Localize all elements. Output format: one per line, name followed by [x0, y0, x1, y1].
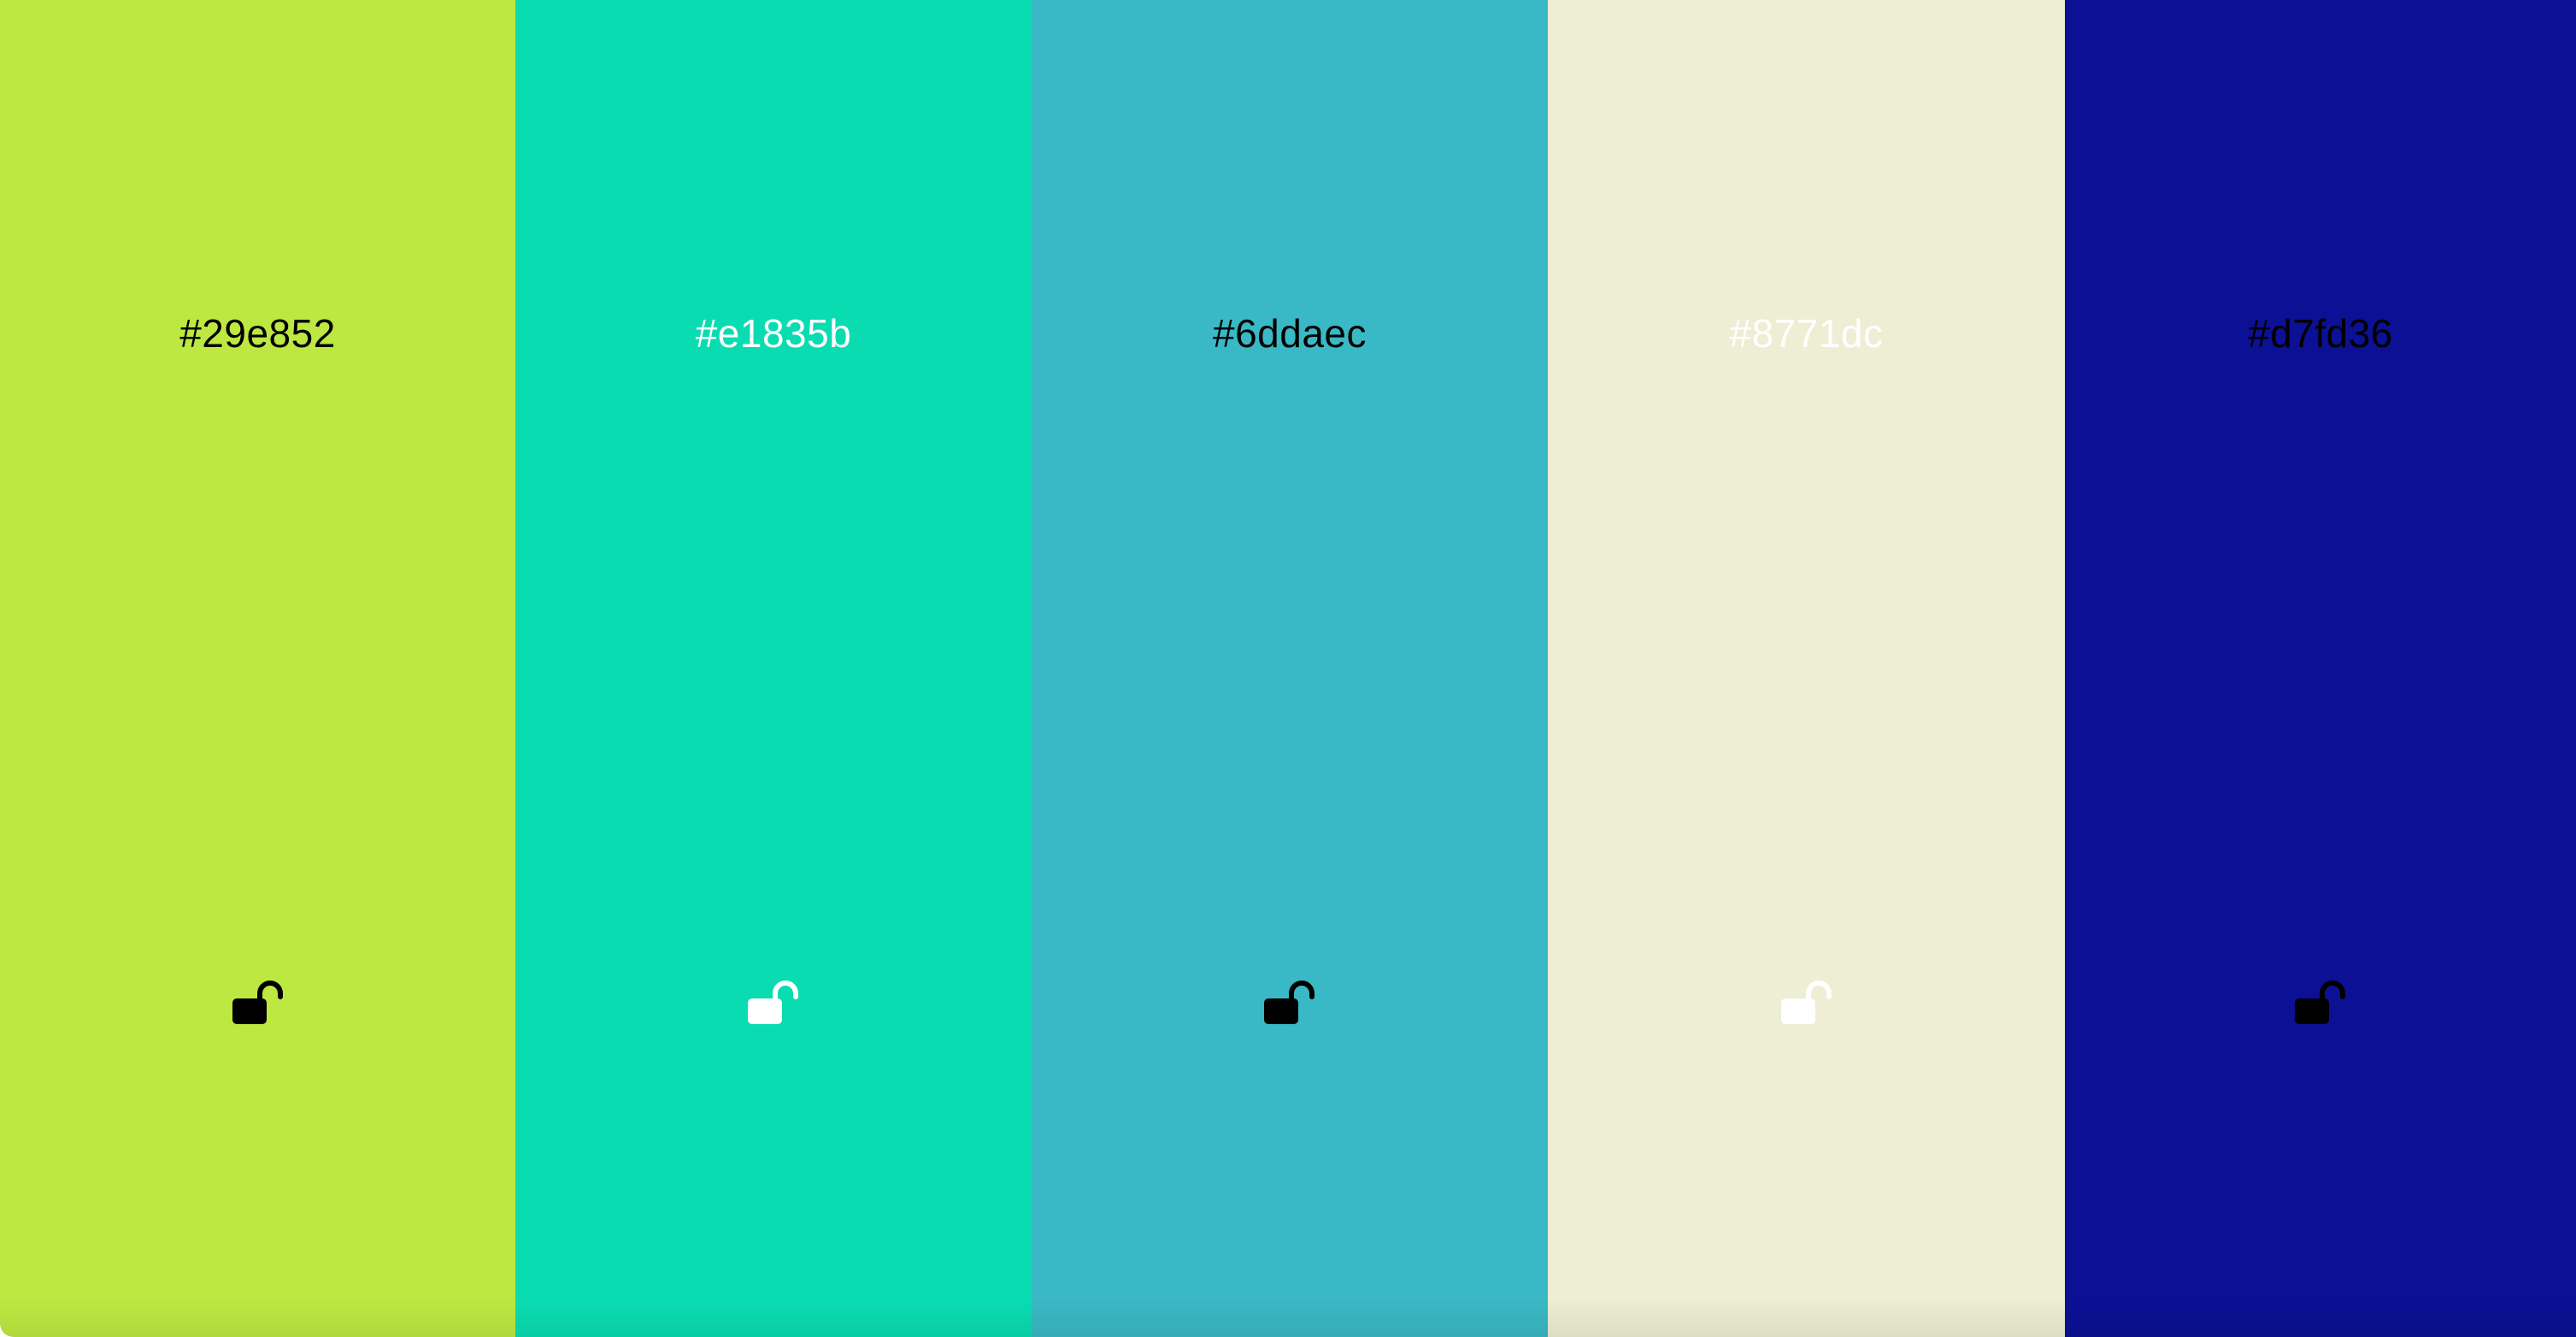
unlocked-padlock-icon	[232, 981, 283, 1024]
unlocked-padlock-icon	[1264, 981, 1314, 1024]
color-palette: #29e852 #e1835b #6ddaec #8771dc #d7fd36	[0, 0, 2576, 1337]
lock-toggle-button[interactable]	[1779, 978, 1834, 1026]
hex-code-label[interactable]: #8771dc	[1548, 308, 2065, 359]
hex-code-label[interactable]: #29e852	[0, 308, 515, 359]
color-swatch-2[interactable]: #e1835b	[515, 0, 1032, 1337]
hex-code-label[interactable]: #6ddaec	[1032, 308, 1548, 359]
unlocked-padlock-icon	[748, 981, 798, 1024]
color-swatch-4[interactable]: #8771dc	[1548, 0, 2065, 1337]
hex-code-label[interactable]: #d7fd36	[2065, 308, 2576, 359]
lock-toggle-button[interactable]	[2293, 978, 2348, 1026]
color-swatch-1[interactable]: #29e852	[0, 0, 515, 1337]
unlocked-padlock-icon	[1780, 981, 1832, 1024]
hex-code-label[interactable]: #e1835b	[515, 308, 1032, 359]
lock-toggle-button[interactable]	[746, 978, 801, 1026]
color-swatch-3[interactable]: #6ddaec	[1032, 0, 1548, 1337]
lock-toggle-button[interactable]	[1262, 978, 1317, 1026]
lock-toggle-button[interactable]	[231, 978, 285, 1026]
unlocked-padlock-icon	[2295, 981, 2345, 1024]
color-swatch-5[interactable]: #d7fd36	[2065, 0, 2576, 1337]
